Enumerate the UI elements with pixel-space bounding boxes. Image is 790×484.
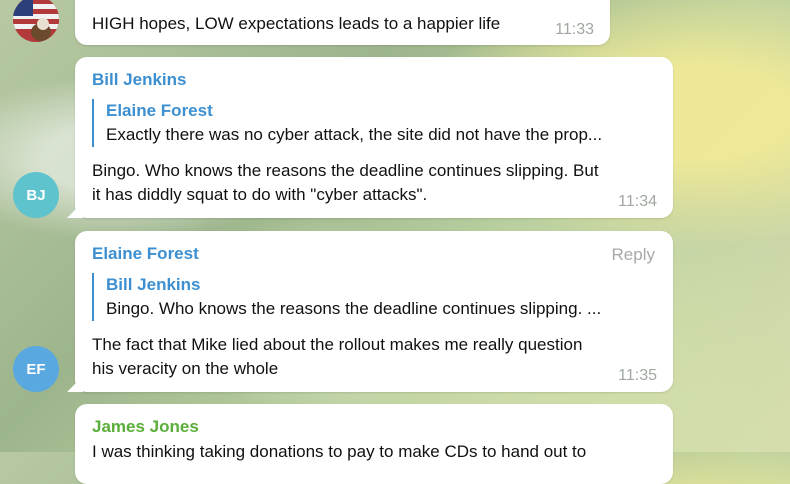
quoted-text: Bingo. Who knows the reasons the deadlin…	[106, 299, 602, 318]
quoted-text: Exactly there was no cyber attack, the s…	[106, 125, 603, 144]
user-avatar[interactable]: BJ	[13, 172, 59, 218]
message-bubble[interactable]: Bill Jenkins Elaine Forest Exactly there…	[75, 57, 673, 218]
message-time: 11:35	[618, 367, 657, 384]
message-text: HIGH hopes, LOW expectations leads to a …	[92, 14, 501, 33]
message-time: 11:34	[618, 193, 657, 210]
sender-name[interactable]: James Jones	[92, 417, 199, 437]
quoted-sender: Elaine Forest	[106, 101, 213, 120]
message-line: his veracity on the whole	[92, 359, 279, 378]
message-text: Bingo. Who knows the reasons the deadlin…	[92, 159, 599, 207]
message-line: The fact that Mike lied about the rollou…	[92, 335, 583, 354]
message-text: I was thinking taking donations to pay t…	[92, 442, 587, 461]
message-bubble[interactable]: Elaine Forest Reply Bill Jenkins Bingo. …	[75, 231, 673, 392]
sender-name[interactable]: Elaine Forest	[92, 244, 199, 264]
quoted-reply[interactable]: Bill Jenkins Bingo. Who knows the reason…	[92, 273, 601, 321]
quoted-sender: Bill Jenkins	[106, 275, 201, 294]
message-bubble[interactable]: James Jones I was thinking taking donati…	[75, 404, 673, 484]
message-time: 11:33	[555, 21, 594, 38]
user-photo-avatar[interactable]	[13, 0, 59, 42]
user-avatar[interactable]: EF	[13, 346, 59, 392]
quoted-reply[interactable]: Elaine Forest Exactly there was no cyber…	[92, 99, 602, 147]
message-line: it has diddly squat to do with "cyber at…	[92, 185, 428, 204]
sender-name[interactable]: Bill Jenkins	[92, 70, 186, 90]
message-text: The fact that Mike lied about the rollou…	[92, 333, 582, 381]
message-line: Bingo. Who knows the reasons the deadlin…	[92, 161, 599, 180]
reply-button[interactable]: Reply	[612, 245, 655, 265]
message-bubble[interactable]: HIGH hopes, LOW expectations leads to a …	[75, 0, 610, 45]
